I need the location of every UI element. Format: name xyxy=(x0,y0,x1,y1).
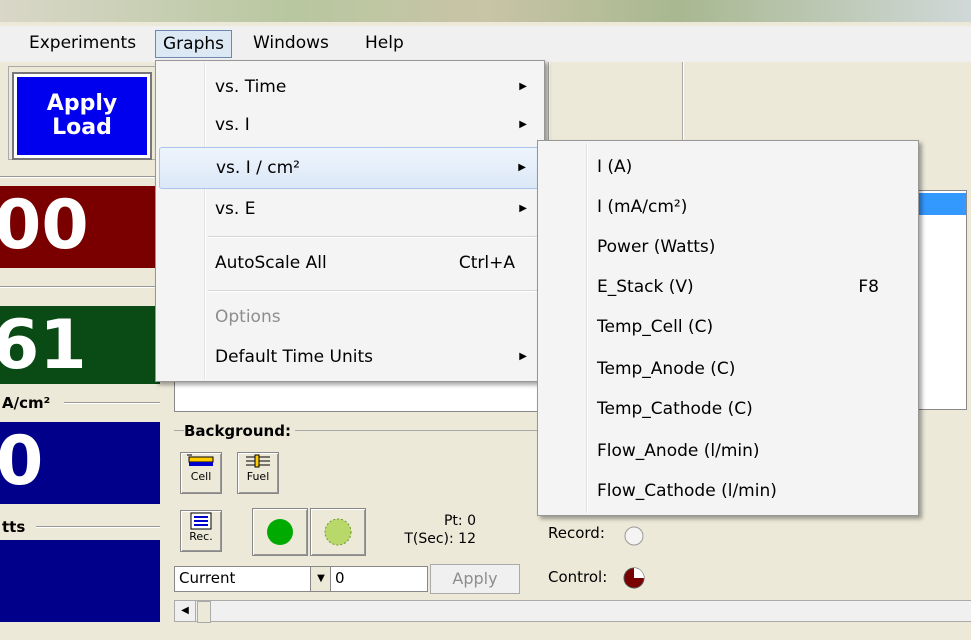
submenu-item-flow-cathode[interactable]: Flow_Cathode (l/min) xyxy=(541,471,915,511)
control-label: Control: xyxy=(548,568,608,586)
menu-item-label: Temp_Cell (C) xyxy=(597,317,714,337)
pause-button[interactable] xyxy=(310,508,366,556)
submenu-arrow-icon: ▶ xyxy=(519,351,527,362)
fuel-icon xyxy=(246,454,270,468)
menu-item-label: Power (Watts) xyxy=(597,237,716,257)
divider xyxy=(0,286,160,288)
menu-item-label: Temp_Cathode (C) xyxy=(597,399,753,419)
apply-button[interactable]: Apply xyxy=(430,564,520,594)
value-input-text: 0 xyxy=(335,569,345,587)
divider xyxy=(548,62,550,142)
menu-item-label: Flow_Anode (l/min) xyxy=(597,441,760,461)
apply-load-line2: Load xyxy=(52,115,112,140)
menu-item-vs-e[interactable]: vs. E ▶ xyxy=(159,189,541,229)
current-density-display-value: 0 xyxy=(0,422,44,501)
menu-item-label: Options xyxy=(215,307,281,327)
submenu-item-temp-cathode[interactable]: Temp_Cathode (C) xyxy=(541,389,915,429)
voltage-display: 61 xyxy=(0,306,160,384)
menu-item-label: vs. I xyxy=(215,115,250,135)
cell-button-label: Cell xyxy=(190,470,212,483)
menu-item-label: AutoScale All xyxy=(215,253,327,273)
menu-item-vs-time[interactable]: vs. Time ▶ xyxy=(159,67,541,107)
current-display: 00 xyxy=(0,186,160,268)
background-group-label: Background: xyxy=(184,422,295,440)
point-count: Pt: 0 xyxy=(443,513,476,529)
menu-item-label: Default Time Units xyxy=(215,347,373,367)
value-input[interactable]: 0 xyxy=(330,566,428,592)
status-text: Pt: 0 T(Sec): 12 xyxy=(386,512,476,548)
fuel-button[interactable]: Fuel xyxy=(237,452,279,494)
list-selected-row[interactable] xyxy=(911,193,966,215)
menu-item-default-time-units[interactable]: Default Time Units ▶ xyxy=(159,337,541,377)
menu-item-label: vs. I / cm² xyxy=(216,158,300,178)
voltage-display-value: 61 xyxy=(0,306,87,384)
menu-windows[interactable]: Windows xyxy=(246,30,336,56)
menu-item-options: Options xyxy=(159,297,541,337)
record-label: Record: xyxy=(548,524,605,542)
power-display xyxy=(0,540,160,622)
menu-item-label: I (A) xyxy=(597,157,633,177)
dimmed-status-icon xyxy=(324,518,352,546)
submenu-item-i-a[interactable]: I (A) xyxy=(541,147,915,187)
record-doc-icon xyxy=(190,512,212,530)
menu-item-vs-i-per-cm2[interactable]: vs. I / cm² ▶ xyxy=(159,147,541,189)
record-indicator-icon xyxy=(624,526,644,546)
submenu-item-e-stack[interactable]: E_Stack (V) F8 xyxy=(541,267,915,307)
scroll-left-icon[interactable]: ◀ xyxy=(175,601,196,621)
unit-label-current-density: A/cm² xyxy=(2,394,51,412)
scroll-thumb[interactable] xyxy=(197,601,211,623)
submenu-arrow-icon: ▶ xyxy=(519,119,527,130)
fuel-button-label: Fuel xyxy=(246,470,270,483)
vs-i-per-cm2-submenu: I (A) I (mA/cm²) Power (Watts) E_Stack (… xyxy=(537,140,919,516)
mode-select-value: Current xyxy=(179,569,236,587)
menu-item-label: vs. E xyxy=(215,199,256,219)
menu-item-label: Temp_Anode (C) xyxy=(597,359,736,379)
green-status-icon xyxy=(267,519,293,545)
submenu-item-temp-anode[interactable]: Temp_Anode (C) xyxy=(541,349,915,389)
submenu-arrow-icon: ▶ xyxy=(519,81,527,92)
divider xyxy=(682,62,684,142)
menu-item-label: I (mA/cm²) xyxy=(597,197,688,217)
menu-item-autoscale-all[interactable]: AutoScale All Ctrl+A xyxy=(159,243,541,283)
divider xyxy=(64,402,160,404)
record-button[interactable]: Rec. xyxy=(180,510,222,552)
window-title-bar xyxy=(0,0,971,22)
unit-label-watts: tts xyxy=(2,518,26,536)
graphs-menu: vs. Time ▶ vs. I ▶ vs. I / cm² ▶ vs. E ▶… xyxy=(155,60,545,382)
divider xyxy=(0,176,160,178)
submenu-arrow-icon: ▶ xyxy=(519,203,527,214)
time-seconds: T(Sec): 12 xyxy=(404,531,476,547)
mode-select[interactable]: Current ▼ xyxy=(174,566,332,592)
divider xyxy=(36,526,160,528)
submenu-arrow-icon: ▶ xyxy=(518,162,526,173)
menu-experiments[interactable]: Experiments xyxy=(22,30,143,56)
chevron-down-icon[interactable]: ▼ xyxy=(310,567,331,591)
horizontal-scrollbar[interactable]: ◀ xyxy=(174,600,971,623)
menu-item-vs-i[interactable]: vs. I ▶ xyxy=(159,105,541,145)
submenu-item-i-ma-cm2[interactable]: I (mA/cm²) xyxy=(541,187,915,227)
submenu-item-flow-anode[interactable]: Flow_Anode (l/min) xyxy=(541,431,915,471)
menu-separator xyxy=(208,236,538,238)
menu-item-label: vs. Time xyxy=(215,77,287,97)
control-pie-icon xyxy=(623,567,645,589)
cell-icon xyxy=(187,454,214,466)
submenu-item-temp-cell[interactable]: Temp_Cell (C) xyxy=(541,307,915,347)
menu-help[interactable]: Help xyxy=(358,30,411,56)
menu-graphs[interactable]: Graphs xyxy=(155,30,233,58)
menu-item-label: Flow_Cathode (l/min) xyxy=(597,481,777,501)
apply-load-button[interactable]: Apply Load xyxy=(12,72,152,160)
menu-item-label: E_Stack (V) xyxy=(597,277,694,297)
record-button-label: Rec. xyxy=(189,530,213,543)
current-display-value: 00 xyxy=(0,186,89,265)
menu-separator xyxy=(208,290,538,292)
menu-bar: Experiments Graphs Windows Help xyxy=(0,26,971,63)
submenu-item-power[interactable]: Power (Watts) xyxy=(541,227,915,267)
apply-load-line1: Apply xyxy=(46,91,118,116)
start-button[interactable] xyxy=(252,508,308,556)
menu-item-shortcut: F8 xyxy=(858,277,879,297)
menu-item-shortcut: Ctrl+A xyxy=(458,253,515,273)
cell-button[interactable]: Cell xyxy=(180,452,222,494)
current-density-display: 0 xyxy=(0,422,160,504)
